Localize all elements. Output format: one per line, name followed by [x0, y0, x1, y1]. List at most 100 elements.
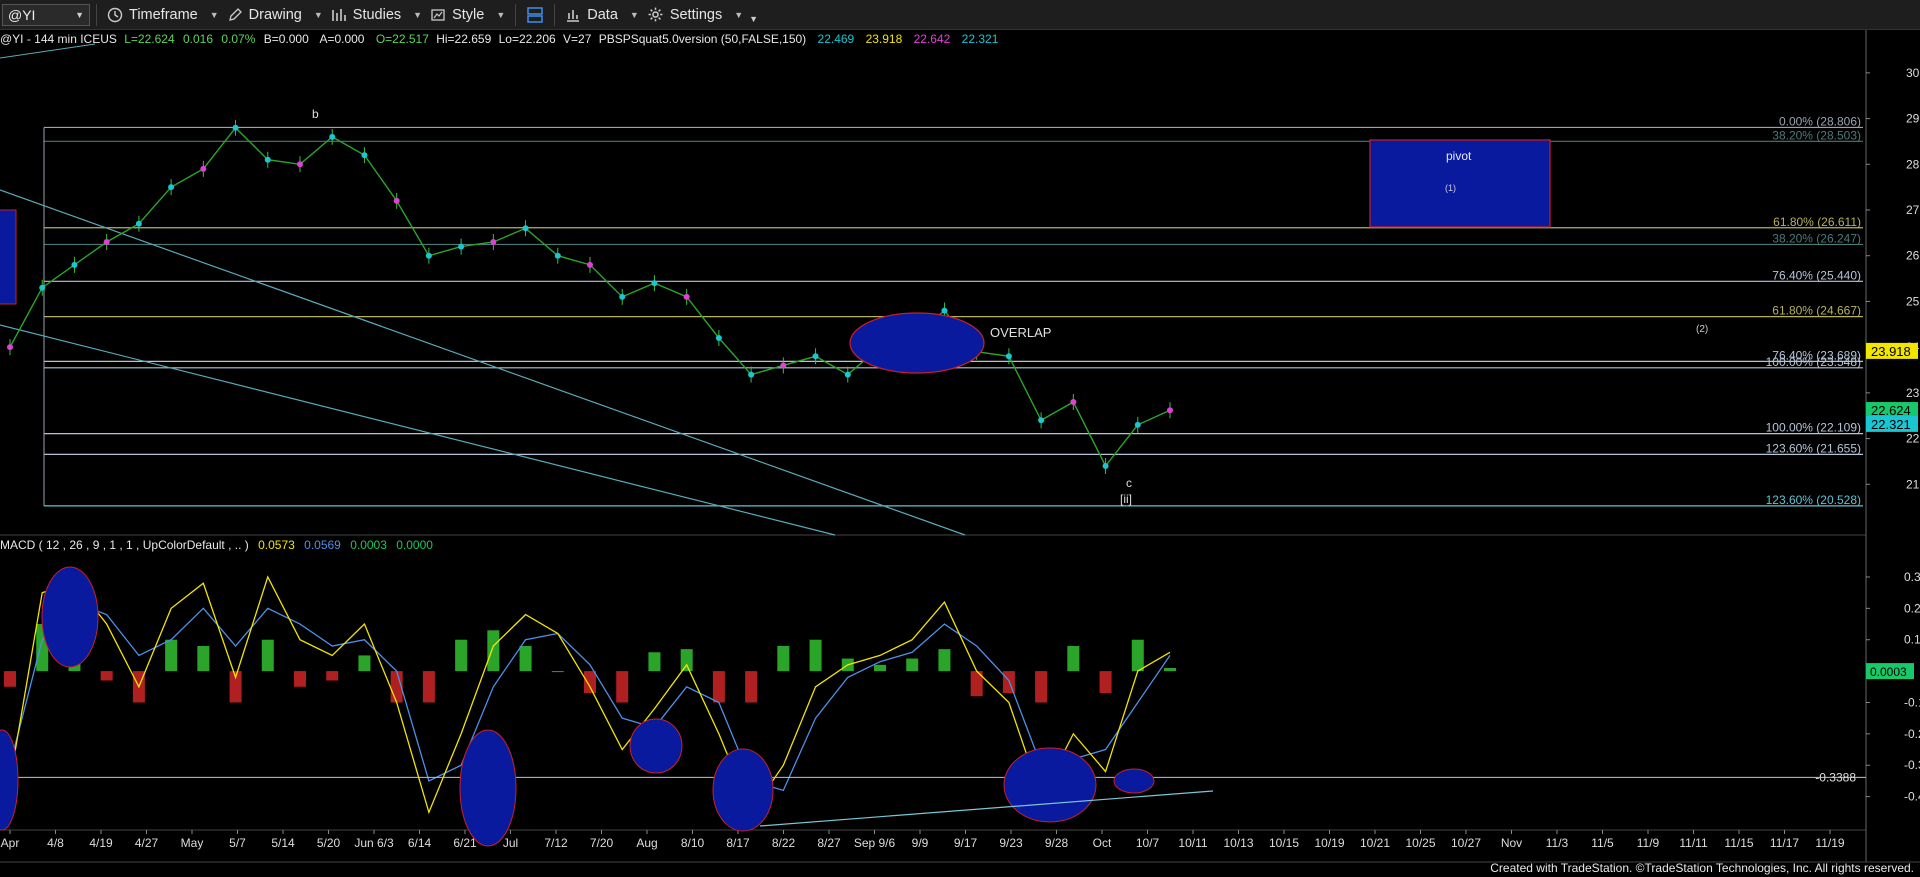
study-name: PBSPSquat5.0version (50,FALSE,150) — [599, 32, 806, 46]
style-button[interactable]: Style ▼ — [426, 2, 509, 28]
x-axis-label: 11/3 — [1546, 836, 1569, 850]
caret-down-icon: ▼ — [734, 9, 744, 20]
x-axis-label: May — [181, 836, 204, 850]
macd-value-4: 0.0000 — [396, 538, 433, 552]
x-axis-label: 5/14 — [271, 836, 295, 850]
settings-button[interactable]: Settings ▼ — [643, 2, 747, 28]
x-axis-label: 11/11 — [1679, 836, 1708, 850]
timeframe-button[interactable]: Timeframe ▼ — [103, 2, 223, 28]
wave-label-ii: [ii] — [1120, 492, 1132, 506]
caret-down-icon: ▼ — [413, 9, 423, 20]
price-marker — [425, 252, 432, 259]
price-marker — [232, 124, 239, 131]
overlap-label: OVERLAP — [990, 325, 1051, 340]
fib-level-label: 61.80% (24.667) — [1772, 304, 1861, 318]
price-tag-label: 22.321 — [1871, 417, 1911, 432]
x-axis-label: 11/15 — [1724, 836, 1753, 850]
fib-level-label: 76.40% (25.440) — [1772, 268, 1861, 282]
pencil-icon — [228, 7, 242, 21]
x-axis-label: 9/17 — [954, 836, 978, 850]
macd-axis-label: 0.3000 — [1904, 570, 1920, 584]
macd-histogram-bar — [1131, 639, 1144, 672]
macd-histogram-bar — [519, 646, 532, 672]
x-axis-label: Jul — [503, 836, 518, 850]
caret-down-icon: ▼ — [313, 9, 323, 20]
wave-label-1: (1) — [1445, 183, 1456, 193]
fib-level-label: 123.60% (21.655) — [1766, 441, 1861, 455]
fib-level-label: 123.60% (20.528) — [1766, 493, 1861, 507]
caret-down-icon: ▼ — [496, 9, 506, 20]
x-axis-label: 11/5 — [1591, 836, 1614, 850]
price-axis-label: 28.000 — [1906, 157, 1920, 171]
fib-level-label: 100.00% (23.548) — [1766, 355, 1861, 369]
x-axis-label: 4/27 — [135, 836, 159, 850]
data-label: Data — [587, 6, 618, 23]
fib-level-label: 38.20% (28.503) — [1772, 128, 1861, 142]
studies-label: Studies — [352, 6, 402, 23]
macd-histogram-bar — [712, 671, 725, 703]
x-axis-label: 11/9 — [1637, 836, 1660, 850]
overlap-ellipse[interactable] — [849, 312, 985, 374]
macd-histogram-bar — [358, 655, 371, 672]
x-axis-label: 8/22 — [772, 836, 796, 850]
x-axis-label: 10/25 — [1405, 836, 1435, 850]
macd-histogram-bar — [584, 671, 596, 694]
price-axis-label: 25.000 — [1906, 294, 1920, 308]
price-axis-label: 26.000 — [1906, 249, 1920, 263]
macd-value-1: 0.0573 — [258, 538, 295, 552]
macd-histogram-bar — [1164, 667, 1176, 672]
x-axis-label: 10/7 — [1136, 836, 1160, 850]
macd-histogram-bar — [777, 646, 790, 672]
macd-ellipse — [1003, 747, 1097, 823]
drawing-button[interactable]: Drawing ▼ — [223, 2, 327, 28]
macd-histogram-bar — [1035, 671, 1048, 703]
price-marker — [71, 261, 78, 268]
x-axis-label: 5/7 — [229, 836, 246, 850]
toolbar-overflow-icon[interactable]: ▼ — [749, 14, 758, 24]
price-marker — [264, 156, 271, 163]
macd-histogram-bar — [906, 658, 919, 672]
symbol-text: @YI — [8, 6, 36, 23]
x-axis-label: 4/8 — [47, 836, 64, 850]
studies-button[interactable]: Studies ▼ — [327, 2, 426, 28]
x-axis-label: 10/27 — [1451, 836, 1481, 850]
macd-ellipse — [712, 748, 774, 832]
price-marker — [168, 184, 175, 191]
fib-level-label: 61.80% (26.611) — [1773, 215, 1861, 229]
style-icon — [431, 8, 445, 21]
macd-histogram-bar — [680, 649, 693, 672]
x-axis-label: 8/27 — [817, 836, 841, 850]
x-axis-label: 9/9 — [912, 836, 929, 850]
macd-histogram-bar — [938, 649, 951, 672]
x-axis-label: 10/15 — [1269, 836, 1299, 850]
chevron-down-icon: ▼ — [75, 9, 84, 20]
price-marker — [1038, 417, 1045, 424]
price-title: @YI - 144 min ICEUS — [0, 32, 117, 46]
timeframe-label: Timeframe — [129, 6, 198, 23]
symbol-input[interactable]: @YI ▼ — [2, 3, 90, 26]
last-value: L=22.624 — [124, 32, 175, 46]
price-marker — [941, 307, 948, 314]
layout-button[interactable] — [522, 2, 548, 28]
price-marker — [7, 344, 13, 351]
macd-histogram-bar — [487, 630, 500, 672]
macd-histogram-bar — [745, 671, 758, 703]
macd-ellipse — [1113, 768, 1155, 794]
macd-histogram-bar — [197, 646, 210, 672]
open-value: O=22.517 — [376, 32, 429, 46]
macd-ref-label: -0.3388 — [1815, 770, 1856, 784]
x-axis-label: 8/17 — [726, 836, 750, 850]
macd-histogram-bar — [551, 671, 564, 673]
macd-title: MACD ( 12 , 26 , 9 , 1 , 1 , UpColorDefa… — [0, 538, 249, 552]
x-axis-label: 5/20 — [317, 836, 341, 850]
chart-area[interactable]: 0.00% (28.806)38.20% (28.503) 61.80% (26.… — [0, 30, 1920, 877]
data-button[interactable]: Data ▼ — [561, 2, 643, 28]
x-axis-label: 7/20 — [590, 836, 614, 850]
volume-value: V=27 — [563, 32, 592, 46]
price-tag-label: 23.918 — [1871, 344, 1911, 359]
price-marker — [715, 335, 722, 341]
drawing-label: Drawing — [248, 6, 302, 23]
price-marker — [1167, 407, 1173, 414]
footer-credit: Created with TradeStation. ©TradeStation… — [1490, 861, 1914, 875]
price-axis-label: 22.000 — [1906, 432, 1920, 446]
